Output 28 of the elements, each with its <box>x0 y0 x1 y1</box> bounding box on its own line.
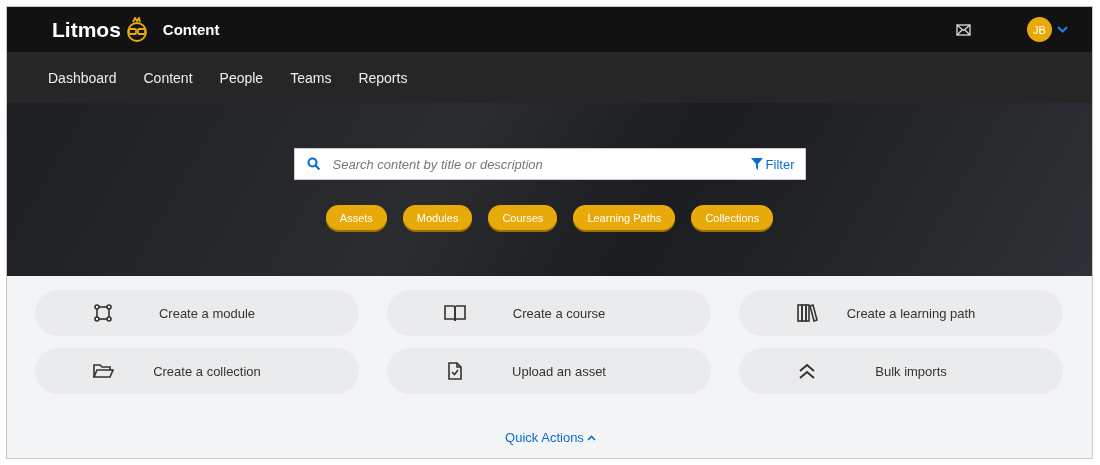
nav-link[interactable]: Reports <box>358 63 422 92</box>
search-field[interactable]: Search content by title or description Filter <box>293 148 806 180</box>
mail-icon[interactable] <box>956 23 971 36</box>
glasses-face-icon <box>124 16 149 43</box>
quick-action-button[interactable]: Create a module <box>35 290 359 336</box>
books-icon <box>796 303 818 323</box>
frame-icon <box>93 303 113 323</box>
section-title: Content <box>162 21 220 38</box>
folder-icon <box>92 362 114 380</box>
funnel-icon <box>750 158 763 170</box>
nav-link[interactable]: Teams <box>290 63 346 92</box>
quick-action-button[interactable]: Upload an asset <box>387 348 711 394</box>
filter-button[interactable]: Filter <box>750 156 795 172</box>
double-chevron-up-icon <box>797 362 817 380</box>
quick-actions-toggle[interactable]: Quick Actions <box>502 430 596 445</box>
quick-action-button[interactable]: Create a course <box>387 290 711 336</box>
nav-link[interactable]: Dashboard <box>48 63 131 92</box>
book-icon <box>443 303 467 323</box>
nav-link[interactable]: People <box>219 63 278 92</box>
quick-action-button[interactable]: Create a collection <box>35 348 359 394</box>
nav-link[interactable]: Content <box>143 63 207 92</box>
chevron-icon <box>586 434 596 441</box>
chevron-down-icon[interactable] <box>1057 26 1068 33</box>
search-icon <box>306 157 321 171</box>
brand-logo: Litmos <box>52 17 121 42</box>
quick-action-button[interactable]: Bulk imports <box>739 348 1063 394</box>
quick-action-button[interactable]: Create a learning path <box>739 290 1063 336</box>
document-check-icon <box>447 361 463 381</box>
